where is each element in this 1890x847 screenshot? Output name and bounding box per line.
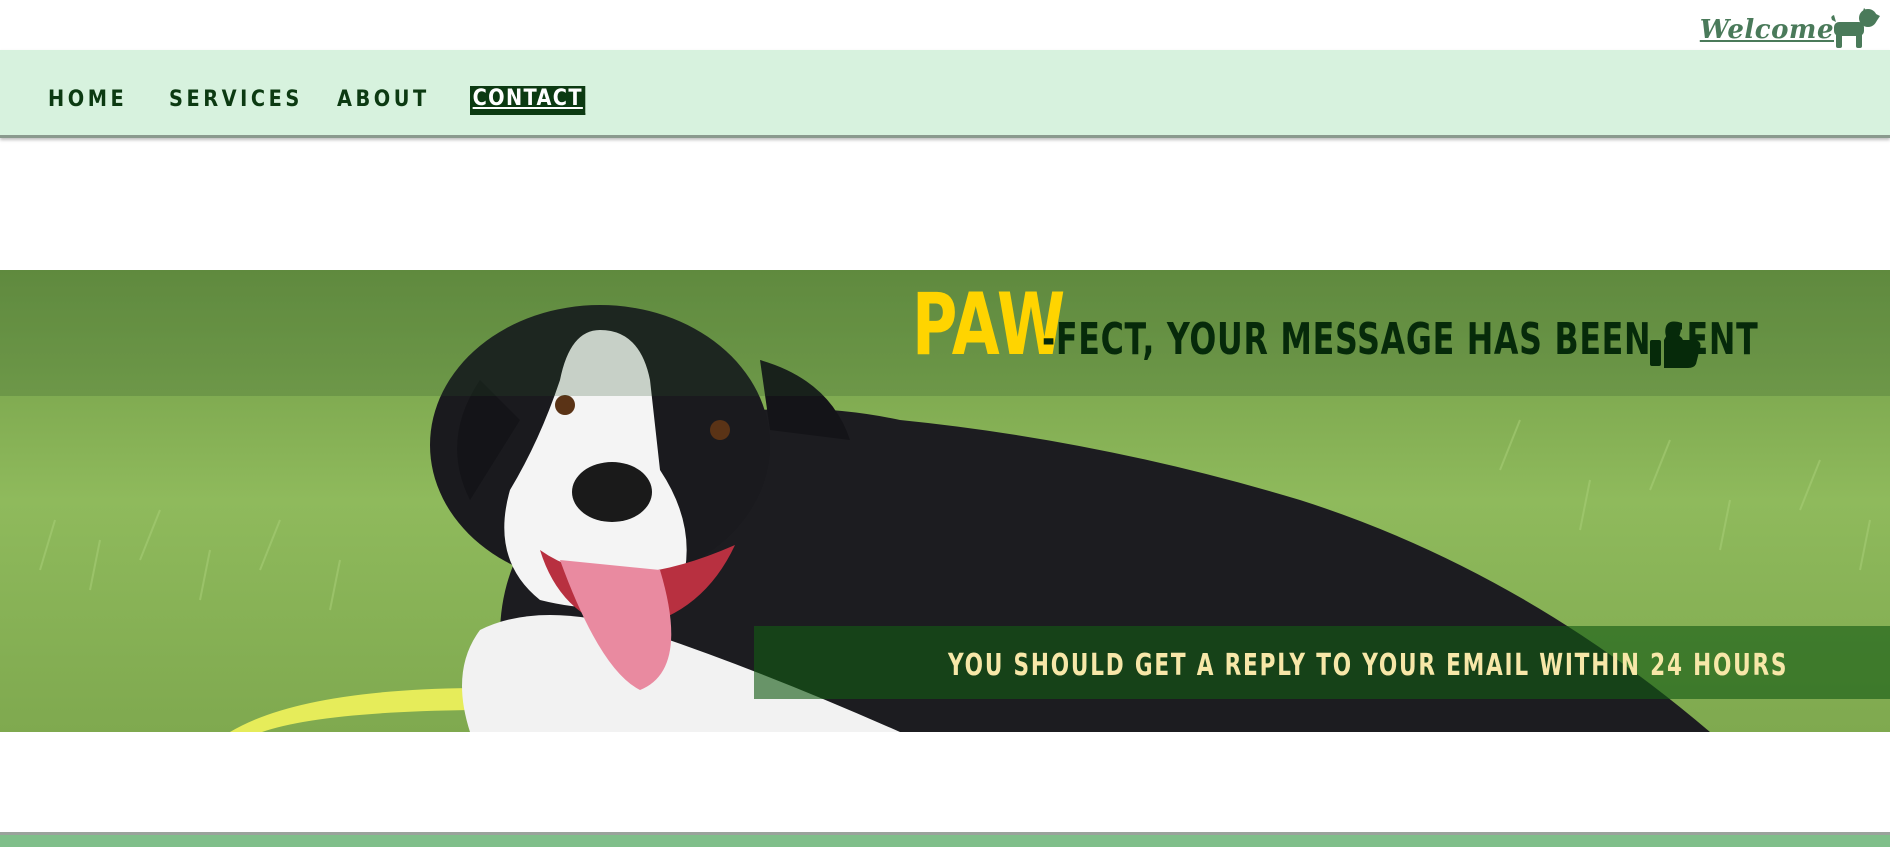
top-bar: Welcome	[0, 0, 1890, 50]
main-nav: HOME SERVICES ABOUT CONTACT	[0, 50, 1890, 138]
nav-home[interactable]: HOME	[48, 87, 127, 112]
reply-note: YOU SHOULD GET A REPLY TO YOUR EMAIL WIT…	[948, 648, 1789, 683]
thumbs-up-icon	[1650, 322, 1701, 368]
footer-bar	[0, 832, 1890, 847]
nav-contact[interactable]: CONTACT	[470, 86, 586, 115]
dog-icon[interactable]	[1828, 6, 1880, 50]
nav-services[interactable]: SERVICES	[169, 87, 303, 112]
welcome-link[interactable]: Welcome	[1700, 15, 1834, 45]
nav-about[interactable]: ABOUT	[337, 87, 430, 112]
headline-accent: PAW	[912, 275, 1066, 375]
hero-banner: PAW -FECT, YOUR MESSAGE HAS BEEN SENT YO…	[0, 270, 1890, 732]
confirmation-headline: PAW -FECT, YOUR MESSAGE HAS BEEN SENT	[912, 282, 1890, 368]
